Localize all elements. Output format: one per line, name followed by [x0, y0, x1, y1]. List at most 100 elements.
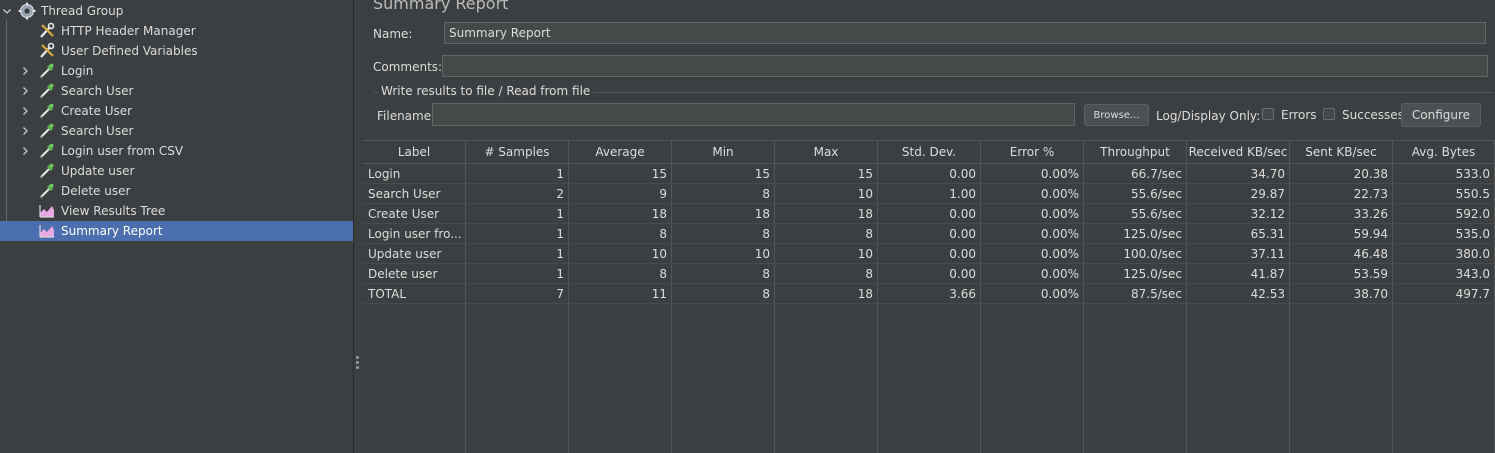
- tree-item-view-results-tree[interactable]: View Results Tree: [0, 201, 353, 221]
- splitter-handle[interactable]: [356, 356, 359, 370]
- table-cell: 59.94: [1290, 224, 1393, 243]
- table-cell: 0.00: [878, 164, 981, 183]
- table-cell: 0.00: [878, 244, 981, 263]
- table-cell: 8: [569, 264, 672, 283]
- tree-item-summary-report[interactable]: Summary Report: [0, 221, 353, 241]
- comments-field[interactable]: [442, 55, 1488, 77]
- tree-item-delete-user[interactable]: Delete user: [0, 181, 353, 201]
- table-cell: 9: [569, 184, 672, 203]
- tree-item-login-user-from-csv[interactable]: Login user from CSV: [0, 141, 353, 161]
- tree-item-search-user[interactable]: Search User: [0, 121, 353, 141]
- tree-item-label: Search User: [61, 84, 134, 98]
- table-cell: 22.73: [1290, 184, 1393, 203]
- table-row[interactable]: Login user fro... 1 8 8 8 0.00 0.00% 125.0/sec 6…: [363, 224, 1495, 244]
- table-cell: 18: [569, 204, 672, 223]
- table-cell: 1: [466, 164, 569, 183]
- table-body: Login 1 15 15 15 0.00 0.00% 66.7/sec 34.70 20.38 5…: [363, 164, 1495, 304]
- table-cell: 33.26: [1290, 204, 1393, 223]
- tree-item-create-user[interactable]: Create User: [0, 101, 353, 121]
- column-header[interactable]: Label: [363, 141, 466, 163]
- table-cell: 46.48: [1290, 244, 1393, 263]
- table-cell: 15: [672, 164, 775, 183]
- tree-item-http-header-manager[interactable]: HTTP Header Manager: [0, 21, 353, 41]
- name-field[interactable]: [444, 22, 1486, 44]
- table-cell: 15: [775, 164, 878, 183]
- column-divider: [1392, 304, 1393, 453]
- chevron-right-icon[interactable]: [20, 86, 30, 96]
- table-cell: 1: [466, 244, 569, 263]
- table-cell: 497.7: [1393, 284, 1495, 303]
- table-row[interactable]: Update user 1 10 10 10 0.00 0.00% 100.0/sec 37.1…: [363, 244, 1495, 264]
- table-cell: 32.12: [1187, 204, 1290, 223]
- table-cell: 10: [775, 184, 878, 203]
- chevron-right-icon[interactable]: [20, 126, 30, 136]
- tree-item-login[interactable]: Login: [0, 61, 353, 81]
- column-header[interactable]: Sent KB/sec: [1290, 141, 1393, 163]
- table-cell: Search User: [363, 184, 466, 203]
- comments-label: Comments:: [373, 60, 443, 74]
- table-cell: 0.00: [878, 204, 981, 223]
- summary-report-panel: Summary Report Name: Comments: Write res…: [360, 0, 1495, 453]
- table-cell: 0.00%: [981, 244, 1084, 263]
- table-row[interactable]: TOTAL 7 11 8 18 3.66 0.00% 87.5/sec 42.53 38.70 49…: [363, 284, 1495, 304]
- log-display-only-label: Log/Display Only:: [1156, 109, 1261, 123]
- table-cell: 7: [466, 284, 569, 303]
- column-header[interactable]: Min: [672, 141, 775, 163]
- table-cell: 8: [775, 264, 878, 283]
- table-cell: 18: [672, 204, 775, 223]
- table-cell: 11: [569, 284, 672, 303]
- column-header[interactable]: Avg. Bytes: [1393, 141, 1495, 163]
- column-header[interactable]: Received KB/sec: [1187, 141, 1290, 163]
- column-divider: [774, 304, 775, 453]
- sampler-pipette-icon: [38, 162, 56, 180]
- table-header: Label # Samples Average Min Max Std. Dev. Erro…: [363, 140, 1495, 164]
- tree-item-label: Create User: [61, 104, 133, 118]
- tree-item-label: Login: [61, 64, 94, 78]
- table-cell: Login: [363, 164, 466, 183]
- configure-button[interactable]: Configure: [1401, 103, 1481, 127]
- chevron-down-icon[interactable]: [2, 6, 12, 16]
- errors-checkbox[interactable]: [1262, 108, 1274, 120]
- chart-listener-icon: [38, 222, 56, 240]
- table-cell: 41.87: [1187, 264, 1290, 283]
- table-cell: 34.70: [1187, 164, 1290, 183]
- tree-item-update-user[interactable]: Update user: [0, 161, 353, 181]
- column-header[interactable]: Average: [569, 141, 672, 163]
- column-divider: [465, 304, 466, 453]
- filename-label: Filename: [377, 109, 432, 123]
- chevron-right-icon[interactable]: [20, 66, 30, 76]
- column-header[interactable]: Max: [775, 141, 878, 163]
- sampler-pipette-icon: [38, 82, 56, 100]
- table-row[interactable]: Login 1 15 15 15 0.00 0.00% 66.7/sec 34.70 20.38 5…: [363, 164, 1495, 184]
- column-header[interactable]: # Samples: [466, 141, 569, 163]
- table-cell: 100.0/sec: [1084, 244, 1187, 263]
- table-cell: 3.66: [878, 284, 981, 303]
- browse-button[interactable]: Browse...: [1084, 104, 1149, 126]
- sampler-pipette-icon: [38, 62, 56, 80]
- table-row[interactable]: Search User 2 9 8 10 1.00 0.00% 55.6/sec 29.87 22…: [363, 184, 1495, 204]
- table-cell: 10: [775, 244, 878, 263]
- table-cell: 18: [775, 284, 878, 303]
- table-cell: 38.70: [1290, 284, 1393, 303]
- table-cell: TOTAL: [363, 284, 466, 303]
- column-divider: [1186, 304, 1187, 453]
- tree-item-user-defined-variables[interactable]: User Defined Variables: [0, 41, 353, 61]
- column-header[interactable]: Error %: [981, 141, 1084, 163]
- table-cell: 55.6/sec: [1084, 204, 1187, 223]
- table-cell: 8: [775, 224, 878, 243]
- column-header[interactable]: Throughput: [1084, 141, 1187, 163]
- column-header[interactable]: Std. Dev.: [878, 141, 981, 163]
- table-row[interactable]: Delete user 1 8 8 8 0.00 0.00% 125.0/sec 41.87 53…: [363, 264, 1495, 284]
- filename-field[interactable]: [432, 103, 1075, 126]
- table-cell: 10: [569, 244, 672, 263]
- table-column-lines: [363, 304, 1495, 453]
- tree-item-label: Update user: [61, 164, 135, 178]
- tree-item-search-user[interactable]: Search User: [0, 81, 353, 101]
- tree-item-thread-group[interactable]: Thread Group: [0, 1, 353, 21]
- table-row[interactable]: Create User 1 18 18 18 0.00 0.00% 55.6/sec 32.12…: [363, 204, 1495, 224]
- successes-checkbox[interactable]: [1323, 108, 1335, 120]
- chevron-right-icon[interactable]: [20, 146, 30, 156]
- table-cell: 37.11: [1187, 244, 1290, 263]
- table-cell: 0.00%: [981, 284, 1084, 303]
- chevron-right-icon[interactable]: [20, 106, 30, 116]
